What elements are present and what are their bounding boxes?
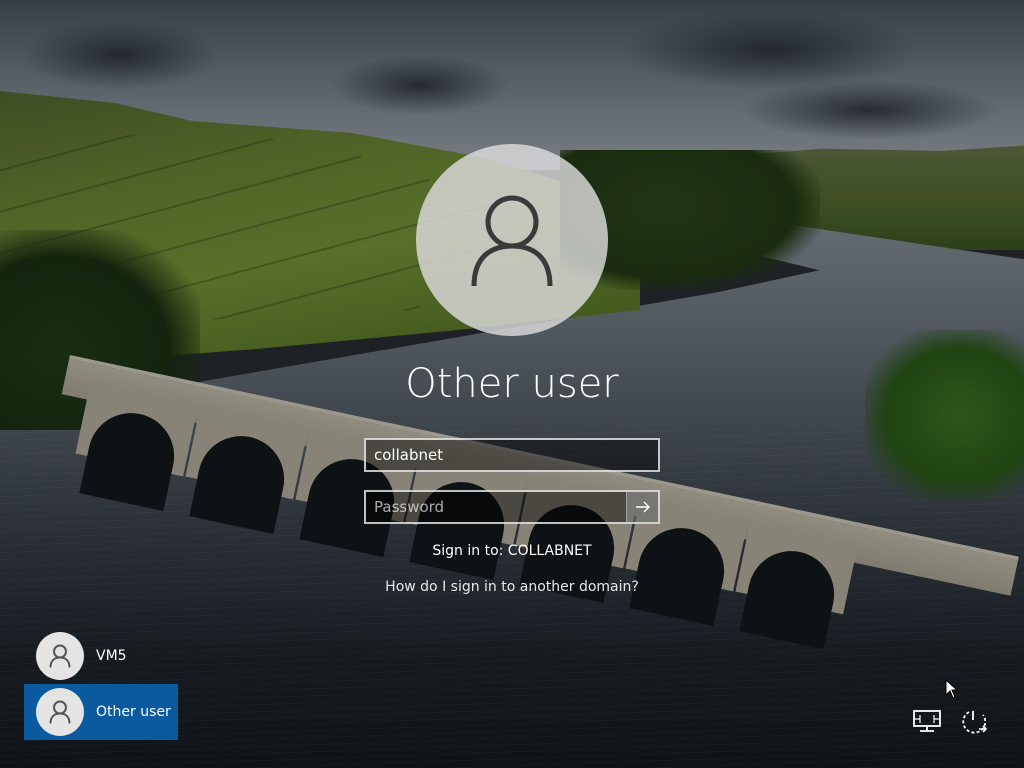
- user-silhouette-icon: [471, 195, 553, 287]
- network-button[interactable]: [912, 706, 944, 738]
- user-avatar-large: [416, 144, 608, 336]
- avatar: [36, 688, 84, 736]
- sign-in-domain-text: Sign in to: COLLABNET: [432, 543, 592, 559]
- power-icon: [962, 711, 988, 734]
- user-tile-other-user[interactable]: Other user: [24, 684, 178, 740]
- user-silhouette-icon: [49, 700, 71, 724]
- arrow-right-icon: [635, 501, 650, 513]
- password-input[interactable]: [366, 492, 626, 522]
- user-tile-label: Other user: [96, 704, 171, 720]
- username-field[interactable]: [364, 438, 660, 472]
- user-tile-vm5[interactable]: VM5: [24, 628, 178, 684]
- network-icon: [913, 710, 941, 732]
- mouse-cursor-icon: [945, 679, 959, 699]
- username-input[interactable]: [366, 440, 658, 470]
- power-button[interactable]: [959, 706, 991, 738]
- user-silhouette-icon: [49, 644, 71, 668]
- user-title: Other user: [405, 361, 619, 407]
- user-tile-label: VM5: [96, 648, 127, 664]
- password-field[interactable]: [364, 490, 660, 524]
- other-domain-link[interactable]: How do I sign in to another domain?: [312, 579, 712, 599]
- submit-button[interactable]: [626, 492, 658, 522]
- avatar: [36, 632, 84, 680]
